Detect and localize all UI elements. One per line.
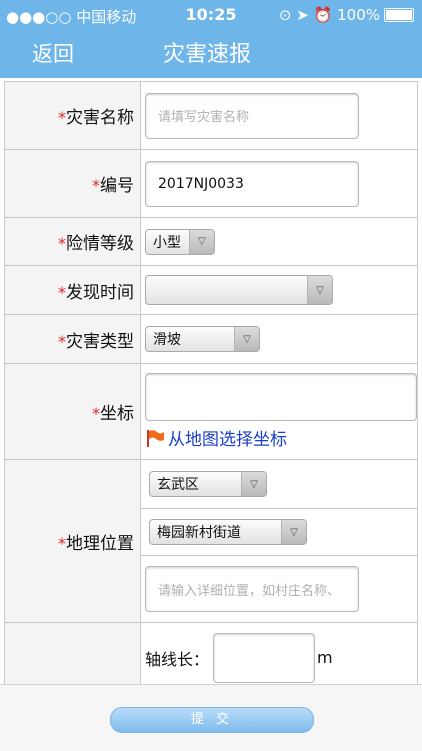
- chevron-down-icon: ▽: [234, 327, 259, 351]
- disaster-name-label: 灾害名称: [66, 108, 134, 128]
- danger-level-select[interactable]: 小型 ▽: [145, 228, 215, 255]
- location-label: 地理位置: [66, 533, 134, 554]
- page-title: 灾害速报: [162, 42, 251, 67]
- nav-bar: 返回 灾害速报: [0, 30, 422, 78]
- axis-length-unit: m: [317, 648, 333, 667]
- report-form: *灾害名称 请填写灾害名称 *编号 2017NJ0033 *险情等级 小型 ▽ …: [4, 81, 418, 693]
- flag-icon: [147, 429, 164, 447]
- row-discovery-time: *发现时间 ▽: [4, 265, 418, 315]
- row-danger-level: *险情等级 小型 ▽: [4, 217, 418, 266]
- code-input[interactable]: 2017NJ0033: [145, 160, 359, 207]
- battery-percent: 100%: [337, 6, 380, 24]
- required-mark: *: [92, 176, 100, 195]
- location-icon: ➤: [296, 6, 309, 24]
- disaster-name-input[interactable]: 请填写灾害名称: [145, 92, 359, 139]
- status-bar: ●●●○○ 中国移动 10:25 ⊙ ➤ ⏰ 100%: [0, 0, 422, 30]
- street-select[interactable]: 梅园新村街道 ▽: [149, 519, 307, 545]
- footer-bar: 提 交: [0, 684, 422, 751]
- code-label: 编号: [100, 176, 134, 196]
- alarm-icon: ⏰: [313, 6, 333, 24]
- required-mark: *: [58, 234, 66, 253]
- chevron-down-icon: ▽: [281, 520, 306, 544]
- status-right: ⊙ ➤ ⏰ 100%: [279, 6, 414, 24]
- required-mark: *: [58, 282, 66, 302]
- required-mark: *: [58, 331, 66, 351]
- required-mark: *: [92, 404, 100, 423]
- discovery-time-label: 发现时间: [66, 282, 134, 303]
- disaster-type-select[interactable]: 滑坡 ▽: [145, 326, 260, 352]
- row-location: *地理位置 玄武区 ▽ 梅园新村街道 ▽ 请输入详细位置，如村庄名称、: [4, 459, 418, 623]
- required-mark: *: [58, 108, 66, 127]
- disaster-type-label: 灾害类型: [66, 331, 134, 352]
- battery-icon: [384, 8, 414, 22]
- danger-level-label: 险情等级: [66, 234, 134, 254]
- row-coordinates: *坐标 从地图选择坐标: [4, 363, 418, 460]
- axis-length-input[interactable]: [213, 632, 316, 683]
- submit-button[interactable]: 提 交: [110, 707, 314, 733]
- orientation-lock-icon: ⊙: [278, 6, 292, 24]
- row-axis-length: 轴线长： m: [4, 622, 418, 693]
- district-select[interactable]: 玄武区 ▽: [149, 471, 267, 497]
- row-code: *编号 2017NJ0033: [4, 149, 418, 218]
- chevron-down-icon: ▽: [241, 472, 266, 496]
- required-mark: *: [58, 533, 66, 553]
- row-disaster-name: *灾害名称 请填写灾害名称: [4, 81, 418, 150]
- row-disaster-type: *灾害类型 滑坡 ▽: [4, 314, 418, 364]
- select-coordinates-link[interactable]: 从地图选择坐标: [145, 425, 417, 450]
- coordinates-input[interactable]: [145, 373, 417, 421]
- discovery-time-select[interactable]: ▽: [145, 275, 333, 305]
- detail-location-input[interactable]: 请输入详细位置，如村庄名称、: [145, 566, 359, 612]
- coordinates-label: 坐标: [100, 404, 134, 424]
- chevron-down-icon: ▽: [307, 276, 332, 304]
- axis-length-label: 轴线长：: [145, 649, 210, 669]
- chevron-down-icon: ▽: [189, 229, 214, 254]
